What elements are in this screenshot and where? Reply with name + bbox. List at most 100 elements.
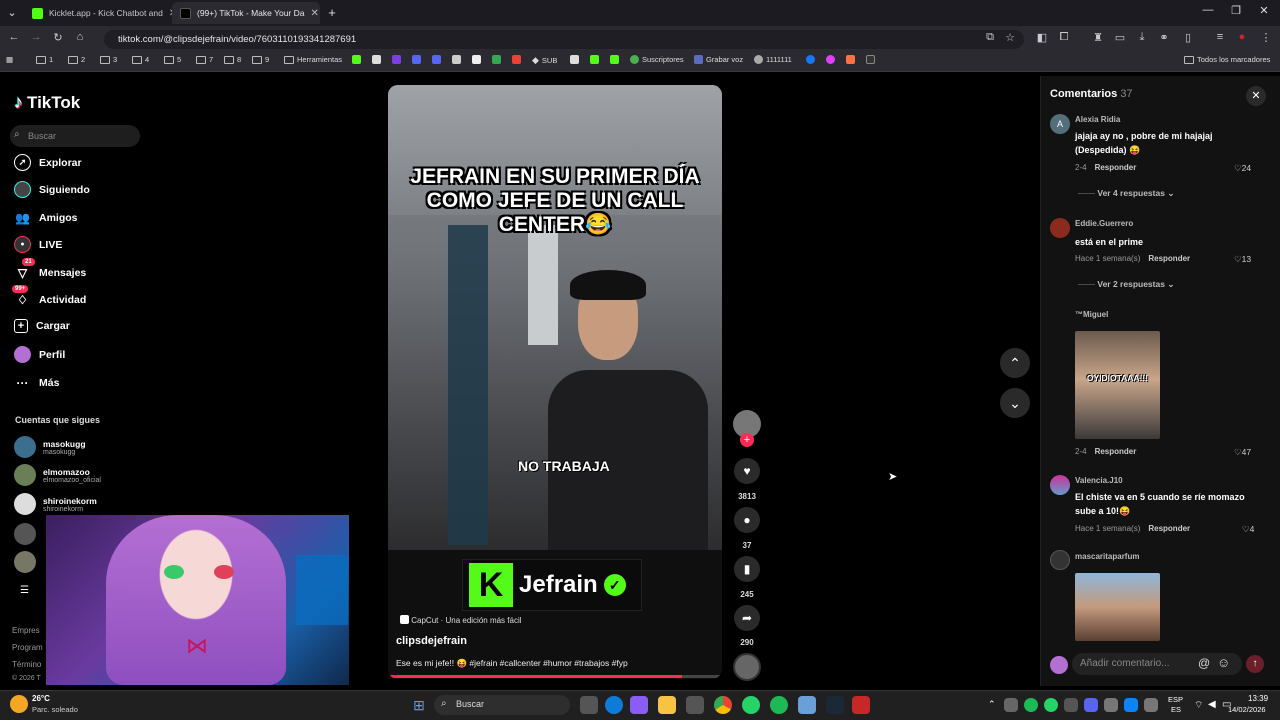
bookmark-grabar-voz[interactable]: Grabar voz [694, 55, 743, 64]
nav-mensajes[interactable]: ▽ 21 Mensajes [14, 258, 86, 281]
task-view-icon[interactable] [580, 696, 598, 714]
share-button[interactable]: ➦ [734, 605, 760, 631]
following-account[interactable]: shiroinekorm shiroinekorm [14, 493, 97, 515]
tray-icon[interactable] [1004, 698, 1018, 712]
follow-plus-icon[interactable]: + [740, 433, 754, 447]
comment-like[interactable]: ♡24 [1234, 163, 1251, 174]
footer-link[interactable]: Program [12, 643, 43, 652]
bookmark-site[interactable] [610, 55, 619, 64]
save-button[interactable]: ▮ [734, 556, 760, 582]
bookmark-folder[interactable]: 2 [68, 55, 85, 64]
bookmark-site[interactable] [492, 55, 501, 64]
extension-icon[interactable]: ▭ [1112, 31, 1128, 44]
bookmark-site[interactable] [452, 55, 461, 64]
view-replies-button[interactable]: —— Ver 2 respuestas ⌄ [1078, 279, 1174, 290]
tray-discord-icon[interactable] [1084, 698, 1098, 712]
comment-image[interactable]: OYIDIOTAAA!!! [1075, 331, 1160, 439]
bookmark-site[interactable] [372, 55, 381, 64]
language-code[interactable]: ESP [1168, 695, 1183, 704]
comment-like[interactable]: ♡13 [1234, 254, 1251, 265]
bookmark-suscriptores[interactable]: Suscriptores [630, 55, 684, 64]
nav-cargar[interactable]: + Cargar [14, 319, 70, 333]
bookmark-site[interactable] [570, 55, 579, 64]
search-input[interactable]: ⌕ Buscar [10, 125, 140, 147]
tray-whatsapp-icon[interactable] [1044, 698, 1058, 712]
clock-date[interactable]: 14/02/2026 [1228, 705, 1266, 714]
following-account[interactable]: masokugg masokugg [14, 436, 86, 458]
bookmark-kick[interactable] [352, 55, 361, 64]
previous-video-button[interactable]: ⌃ [1000, 348, 1030, 378]
address-bar[interactable]: tiktok.com/@clipsdejefrain/video/7603110… [104, 30, 1024, 49]
back-icon[interactable]: ← [6, 31, 22, 43]
bookmark-site[interactable] [866, 55, 875, 64]
maximize-icon[interactable]: ❐ [1226, 4, 1246, 17]
puzzle-icon[interactable]: ⧠ [1056, 31, 1072, 44]
app-icon[interactable] [686, 696, 704, 714]
bookmark-site[interactable] [590, 55, 599, 64]
minimize-icon[interactable]: — [1198, 4, 1218, 16]
bookmark-site[interactable] [432, 55, 441, 64]
footer-link[interactable]: Empres [12, 626, 40, 635]
bookmark-folder[interactable]: 4 [132, 55, 149, 64]
windows-start-icon[interactable]: ⊞ [410, 696, 428, 714]
bookmark-folder[interactable]: 8 [224, 55, 241, 64]
close-window-icon[interactable]: ✕ [1254, 4, 1274, 17]
bookmark-site[interactable] [392, 55, 401, 64]
nav-live[interactable]: ● LIVE [14, 236, 62, 253]
music-disc-icon[interactable] [733, 653, 761, 681]
bookmark-site[interactable] [512, 55, 521, 64]
home-icon[interactable]: ⌂ [72, 31, 88, 43]
comment-username[interactable]: Alexia Ridia [1075, 115, 1120, 124]
keyboard-layout[interactable]: ES [1171, 705, 1181, 714]
tray-steam-icon[interactable] [1064, 698, 1078, 712]
commenter-avatar[interactable] [1050, 218, 1070, 238]
all-bookmarks[interactable]: Todos los marcadores [1184, 55, 1270, 64]
apps-icon[interactable]: ▦ [6, 55, 13, 64]
tab-kicklet[interactable]: Kicklet.app - Kick Chatbot and ✕ [24, 2, 172, 24]
bookmark-folder[interactable]: 1 [36, 55, 53, 64]
chrome-icon[interactable] [714, 696, 732, 714]
app-icon[interactable] [798, 696, 816, 714]
comment-username[interactable]: Valencia.J10 [1075, 476, 1123, 485]
reply-button[interactable]: Responder [1095, 447, 1137, 456]
tray-icon[interactable] [1104, 698, 1118, 712]
tiktok-logo[interactable]: ♪ TikTok [14, 92, 80, 113]
bookmark-star-icon[interactable]: ☆ [1002, 31, 1018, 44]
comment-like[interactable]: ♡4 [1242, 524, 1254, 535]
menu-icon[interactable]: ⋮ [1258, 31, 1274, 44]
new-tab-button[interactable]: + [322, 5, 342, 20]
nav-explorar[interactable]: ➚ Explorar [14, 154, 82, 171]
tray-spotify-icon[interactable] [1024, 698, 1038, 712]
bookmark-site[interactable] [472, 55, 481, 64]
extension-icon[interactable]: ▯ [1180, 31, 1196, 44]
following-account[interactable]: elmomazoo elmomazoo_oficial [14, 464, 101, 486]
wifi-icon[interactable]: ⌔ [1194, 699, 1203, 712]
close-icon[interactable]: ✕ [310, 8, 318, 19]
link-icon[interactable]: ⚭ [1156, 31, 1172, 44]
emoji-icon[interactable]: ☺ [1217, 655, 1230, 670]
app-icon[interactable] [630, 696, 648, 714]
forward-icon[interactable]: → [28, 31, 44, 43]
commenter-avatar[interactable] [1050, 475, 1070, 495]
profile-icon[interactable]: ● [1234, 31, 1250, 43]
bookmark-site[interactable] [412, 55, 421, 64]
bookmark-1111111[interactable]: 1111111 [754, 55, 792, 64]
tab-search-icon[interactable]: ⌄ [2, 6, 22, 19]
bookmark-facebook[interactable] [806, 55, 815, 64]
bookmark-site[interactable] [826, 55, 835, 64]
commenter-avatar[interactable]: A [1050, 114, 1070, 134]
comment-like[interactable]: ♡47 [1234, 447, 1251, 458]
video-author[interactable]: clipsdejefrain [396, 635, 467, 647]
bookmark-folder[interactable]: 7 [196, 55, 213, 64]
extension-icon[interactable]: ◧ [1034, 31, 1050, 44]
footer-link[interactable]: Término [12, 660, 41, 669]
commenter-avatar[interactable] [1050, 550, 1070, 570]
nav-actividad[interactable]: ♢ 99+ Actividad [12, 285, 86, 308]
reload-icon[interactable]: ↻ [50, 31, 66, 44]
edge-icon[interactable] [605, 696, 623, 714]
send-comment-button[interactable]: ↑ [1246, 655, 1264, 673]
bookmark-folder[interactable]: 9 [252, 55, 269, 64]
bookmark-site[interactable] [846, 55, 855, 64]
download-icon[interactable]: ⤓ [1134, 31, 1150, 44]
tray-icon[interactable] [1144, 698, 1158, 712]
